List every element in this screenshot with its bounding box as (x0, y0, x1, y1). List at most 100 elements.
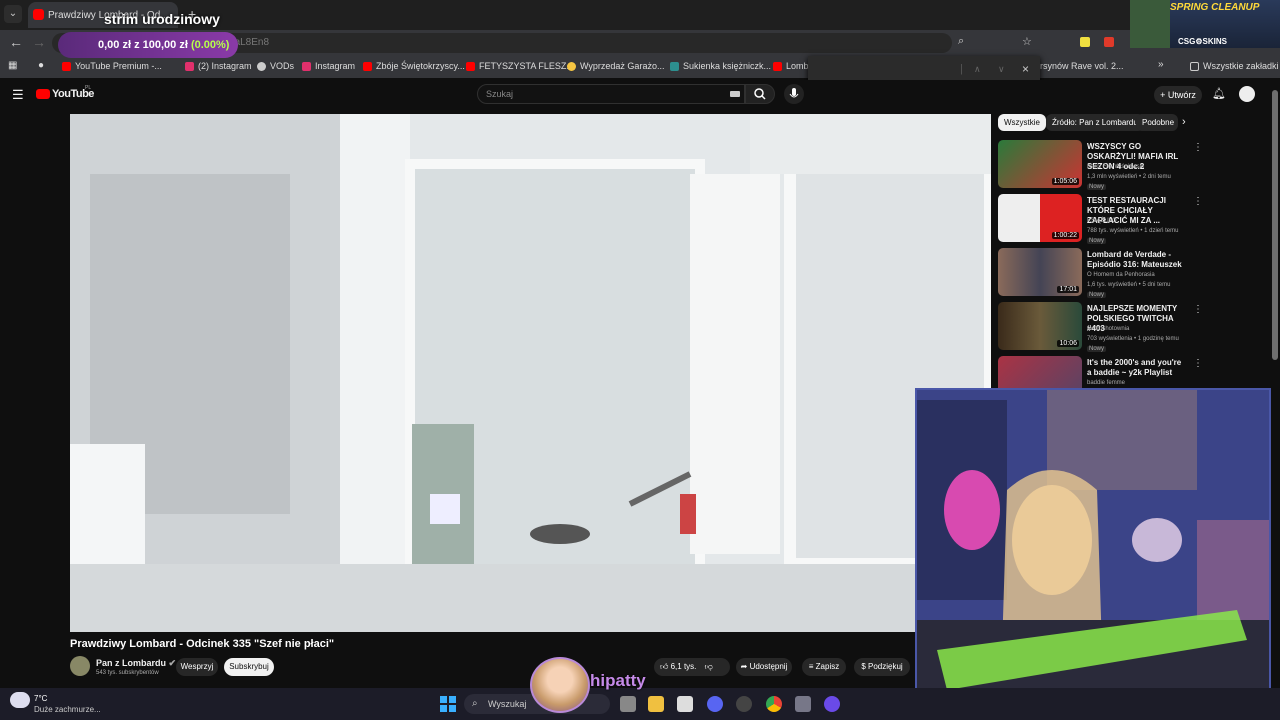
sponsor-overlay: SPRING CLEANUP CSG⚙SKINS (1130, 0, 1280, 48)
search-button[interactable] (745, 84, 775, 104)
scrollbar-thumb[interactable] (1272, 90, 1278, 360)
recommended-video[interactable]: 17:01 Lombard de Verdade - Episódio 316:… (998, 248, 1268, 298)
youtube-favicon-icon (33, 9, 44, 20)
video-thumbnail: 17:01 (998, 248, 1082, 296)
donation-amount: 0,00 zł z 100,00 zł (98, 39, 188, 51)
more-bookmarks-icon[interactable]: » (1158, 59, 1164, 70)
subscriber-count: 543 tys. subskrybentów (96, 670, 159, 676)
bookmark-icon (185, 61, 194, 71)
folder-icon (1190, 61, 1199, 71)
file-explorer-icon[interactable] (648, 696, 664, 712)
video-frame (70, 114, 991, 632)
recommended-video[interactable]: 1:00:22 TEST RESTAURACJI KTÓRE CHCIAŁY Z… (998, 194, 1268, 244)
bookmark-icon (466, 61, 475, 71)
stream-title-overlay: strim urodzinowy (104, 11, 220, 27)
github-icon[interactable]: ● (38, 60, 44, 71)
chevron-right-icon[interactable]: › (1182, 116, 1186, 128)
streamer-webcam (915, 388, 1271, 712)
microphone-icon (789, 88, 799, 98)
avatar[interactable] (1239, 86, 1255, 102)
bookmark-item[interactable]: Sukienka księżniczk... (670, 61, 771, 71)
more-options-icon[interactable]: ⋮ (1193, 142, 1203, 153)
create-button[interactable]: + Utwórz (1154, 86, 1202, 104)
channel-avatar[interactable] (70, 656, 90, 676)
like-dislike-group: 👍︎ 6,1 tys. 👎︎ (654, 658, 730, 676)
dislike-icon[interactable]: 👎︎ (705, 662, 713, 671)
thanks-button[interactable]: $ Podziękuj (854, 658, 910, 676)
streamer-name-overlay: hipatty (590, 671, 646, 690)
discord-icon[interactable] (707, 696, 723, 712)
chip-similar[interactable]: Podobne (1136, 114, 1178, 131)
sponsor-brand: CSG⚙SKINS (1178, 37, 1227, 46)
bookmark-item[interactable]: (2) Instagram (185, 61, 252, 71)
bookmark-item[interactable]: Wyprzedaż Garażo... (567, 61, 664, 71)
weather-icon[interactable] (10, 692, 30, 708)
more-options-icon[interactable]: ⋮ (1193, 196, 1203, 207)
recommended-video[interactable]: 10:06 NAJLEPSZE MOMENTY POLSKIEGO TWITCH… (998, 302, 1268, 352)
bookmark-item[interactable]: VODs (257, 61, 294, 71)
sponsor-headline: SPRING CLEANUP (1170, 2, 1260, 13)
notifications-bell-icon[interactable]: 🔔︎ (1212, 87, 1226, 100)
bookmark-item[interactable]: Lomb (773, 61, 809, 71)
bookmark-icon (363, 61, 372, 71)
windows-taskbar (0, 688, 1280, 720)
extension-icon[interactable] (1080, 37, 1090, 47)
like-button[interactable]: 👍︎ 6,1 tys. (660, 662, 696, 671)
zoom-icon[interactable]: ⌕ (958, 35, 964, 48)
chip-all[interactable]: Wszystkie (998, 114, 1046, 131)
windows-start-icon[interactable] (440, 696, 456, 712)
store-icon[interactable] (677, 696, 693, 712)
windows-logo-icon (440, 696, 456, 712)
chrome-icon[interactable] (766, 696, 782, 712)
recommended-video[interactable]: It's the 2000's and you're a baddie ~ y2… (998, 356, 1268, 388)
sponsor-image (1130, 0, 1170, 48)
video-player[interactable] (70, 114, 991, 632)
chip-source[interactable]: Źródło: Pan z Lombardu (1046, 114, 1144, 131)
video-title: Prawdziwy Lombard - Odcinek 335 "Szef ni… (70, 638, 335, 650)
save-button[interactable]: ≡ Zapisz (802, 658, 846, 676)
settings-gear-icon[interactable] (795, 696, 811, 712)
bookmark-item[interactable]: Zbóje Świętokrzyscy... (363, 61, 465, 71)
menu-icon[interactable]: ☰ (12, 87, 24, 103)
apps-grid-icon[interactable]: ▦ (8, 60, 17, 71)
more-options-icon[interactable]: ⋮ (1193, 304, 1203, 315)
back-arrow-icon[interactable]: ← (9, 34, 23, 50)
all-bookmarks-folder[interactable]: Wszystkie zakładki (1190, 61, 1279, 71)
weather-temp[interactable]: 7°C (34, 694, 47, 703)
subscribe-button[interactable]: Subskrybuj (224, 658, 274, 676)
obs-icon[interactable] (736, 696, 752, 712)
bookmark-item[interactable]: YouTube Premium -... (62, 61, 162, 71)
bookmark-star-icon[interactable]: ☆ (1022, 35, 1032, 48)
recommended-video[interactable]: 1:05:06 WSZYSCY GO OSKARŻYLI! MAFIA IRL … (998, 140, 1268, 190)
voice-search-button[interactable] (784, 84, 804, 104)
task-view-icon[interactable] (620, 696, 636, 712)
forward-arrow-icon[interactable]: → (32, 34, 46, 50)
bookmark-item[interactable]: FETYSZYSTA FLESZ... (466, 61, 574, 71)
tab-search-button[interactable]: ⌄ (4, 5, 22, 23)
more-options-icon[interactable]: ⋮ (1193, 358, 1203, 369)
bookmark-icon (670, 61, 679, 71)
youtube-logo-icon[interactable] (36, 89, 50, 99)
close-icon[interactable]: × (1022, 62, 1029, 76)
support-button[interactable]: Wesprzyj (176, 658, 218, 676)
search-icon: ⌕ (472, 698, 478, 709)
extension-icon[interactable] (1104, 37, 1114, 47)
search-input[interactable]: Szukaj (477, 84, 745, 104)
weather-description[interactable]: Duże zachmurze... (34, 705, 101, 714)
app-icon[interactable] (824, 696, 840, 712)
verified-icon: ✔︎ (168, 658, 177, 668)
bookmark-item[interactable]: rsynów Rave vol. 2... (1040, 61, 1124, 71)
bookmark-icon (567, 61, 576, 71)
share-button[interactable]: ➦ Udostępnij (736, 658, 792, 676)
channel-name[interactable]: Pan z Lombardu ✔︎ (96, 658, 176, 669)
bookmark-icon (302, 61, 311, 71)
bookmark-icon (257, 61, 266, 71)
donation-percent: (0.00%) (190, 39, 230, 51)
keyboard-icon[interactable] (730, 91, 740, 97)
find-next-icon[interactable]: ∨ (998, 64, 1005, 75)
streamer-avatar (530, 657, 590, 713)
page-scrollbar[interactable] (1271, 80, 1280, 688)
search-icon (754, 88, 766, 100)
find-prev-icon[interactable]: ∧ (974, 64, 981, 75)
bookmark-item[interactable]: Instagram (302, 61, 355, 71)
